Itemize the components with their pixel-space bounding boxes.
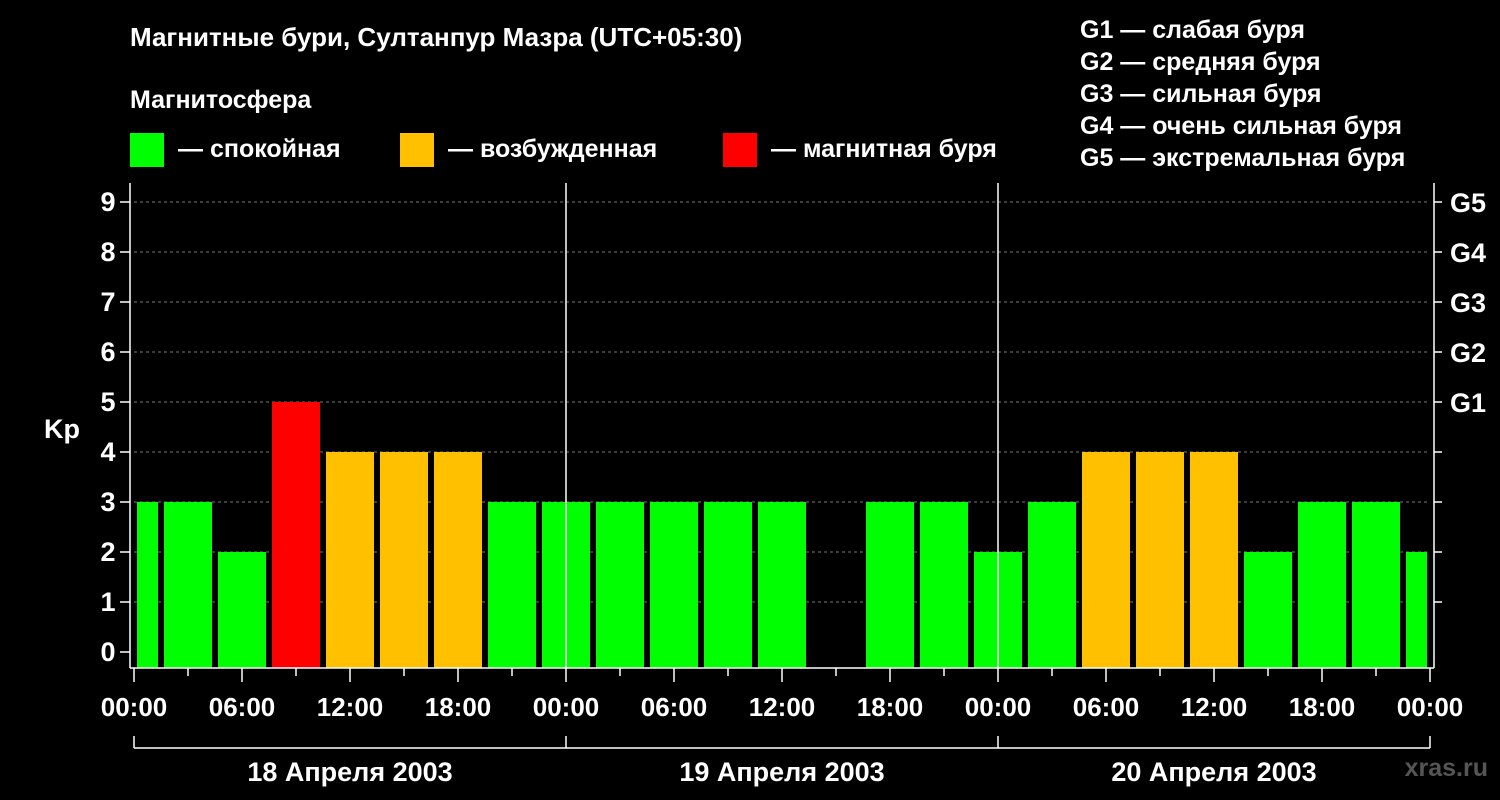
kp-bar [758,502,806,668]
kp-bar [920,502,968,668]
kp-bar [1298,502,1346,668]
x-tick-label: 06:00 [641,692,708,722]
day-label: 18 Апреля 2003 [247,757,452,787]
y-tick-label: 5 [100,387,115,417]
y-tick-label: 3 [100,487,115,517]
kp-bar [1136,452,1184,668]
kp-chart: 0 1 2 3 4 5 6 7 8 9 G1 G2 G3 G4 G5 00:00 06:00 12:00 18:00… [44,183,1486,787]
kp-bar [1028,502,1076,668]
bars [137,402,1427,668]
kp-bar [326,452,374,668]
kp-bar [1352,502,1400,668]
kp-bar [137,502,158,668]
kp-bar [650,502,698,668]
x-tick-label: 18:00 [1289,692,1356,722]
x-tick-label: 18:00 [857,692,924,722]
kp-bar [704,502,752,668]
y-tick-label: 6 [100,337,115,367]
y-tick-label: 4 [100,437,115,467]
kp-bar [866,502,914,668]
right-tick-label: G4 [1450,238,1486,268]
kp-bar [164,502,212,668]
kp-bar [1190,452,1238,668]
x-tick-label: 06:00 [209,692,276,722]
x-tick-label: 00:00 [101,692,168,722]
right-tick-label: G5 [1450,188,1486,218]
y-tick-label: 8 [100,237,115,267]
day-label: 20 Апреля 2003 [1111,757,1316,787]
watermark: xras.ru [1404,754,1488,782]
kp-bar [380,452,428,668]
right-tick-label: G1 [1450,388,1486,418]
x-tick-label: 12:00 [749,692,816,722]
y-tick-label: 7 [100,287,115,317]
kp-bar [272,402,320,668]
y-axis-label: Kp [44,414,80,444]
x-tick-label: 12:00 [1181,692,1248,722]
x-tick-label: 06:00 [1073,692,1140,722]
kp-bar [1082,452,1130,668]
y-tick-label: 0 [100,637,115,667]
kp-bar [1406,552,1427,668]
kp-bar [218,552,266,668]
kp-bar [488,502,536,668]
x-tick-label: 00:00 [965,692,1032,722]
kp-bar [434,452,482,668]
day-label: 19 Апреля 2003 [679,757,884,787]
y-tick-label: 2 [100,537,115,567]
right-tick-label: G3 [1450,288,1486,318]
x-tick-label: 00:00 [533,692,600,722]
right-tick-label: G2 [1450,338,1486,368]
x-tick-label: 12:00 [317,692,384,722]
y-tick-label: 9 [100,187,115,217]
x-tick-label: 18:00 [425,692,492,722]
x-tick-label: 00:00 [1397,692,1464,722]
kp-bar [596,502,644,668]
kp-bar [1244,552,1292,668]
y-tick-label: 1 [100,587,115,617]
